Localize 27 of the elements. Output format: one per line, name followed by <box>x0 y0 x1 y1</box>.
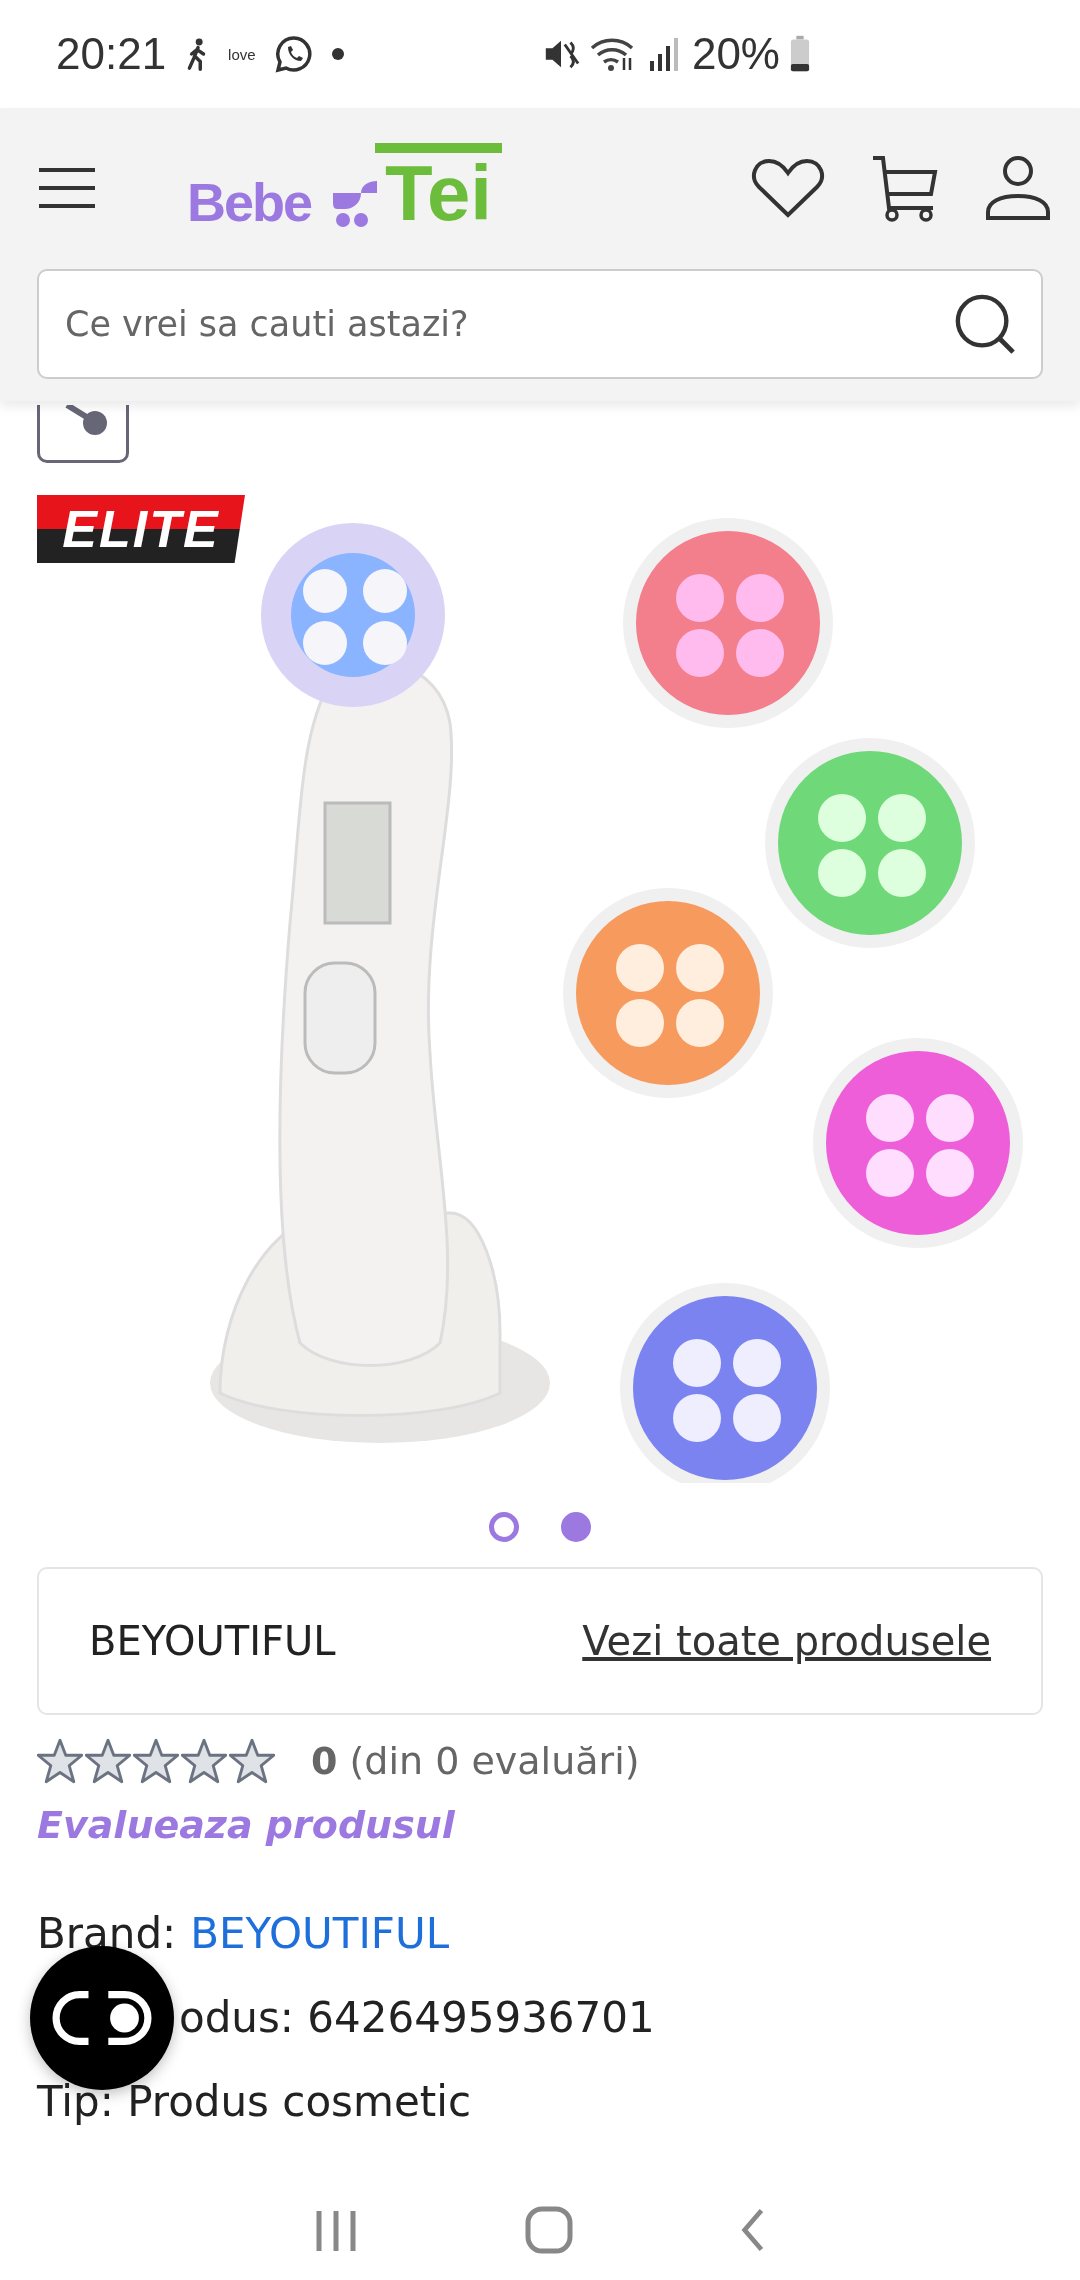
product-detail: odus: 6426495936701 <box>179 1993 655 2043</box>
heart-icon[interactable] <box>751 156 825 219</box>
logo-text: Bebe <box>187 170 312 233</box>
product-detail: Tip: Produs cosmetic <box>37 2077 472 2127</box>
dot-icon <box>331 48 344 60</box>
toggle-icon <box>52 1991 152 2045</box>
view-all-products-link[interactable]: Vezi toate produsele <box>582 1618 991 1664</box>
brand-link[interactable]: BEYOUTIFUL <box>190 1909 450 1959</box>
rating-summary: 0 (din 0 evaluări) <box>311 1739 640 1783</box>
chat-phone-icon <box>273 34 314 74</box>
user-icon[interactable] <box>985 154 1051 221</box>
menu-button[interactable] <box>37 165 97 210</box>
carousel-dot[interactable] <box>489 1512 519 1542</box>
notification-text: love <box>228 45 256 63</box>
battery-icon <box>790 35 810 73</box>
rate-product-link[interactable]: Evalueaza produsul <box>37 1803 455 1847</box>
brand-name: BEYOUTIFUL <box>89 1618 336 1664</box>
cart-icon[interactable] <box>871 153 939 222</box>
home-icon[interactable] <box>524 2205 574 2255</box>
carousel-dot[interactable] <box>561 1512 591 1542</box>
battery-percent: 20% <box>691 29 780 79</box>
share-button[interactable] <box>37 405 129 463</box>
search-field[interactable]: Ce vrei sa cauti astazi? <box>37 269 1043 379</box>
search-icon[interactable] <box>953 292 1017 356</box>
logo-text: Tei <box>375 142 502 233</box>
brand-label: Brand: <box>37 1909 177 1959</box>
status-time: 20:21 <box>56 29 167 79</box>
